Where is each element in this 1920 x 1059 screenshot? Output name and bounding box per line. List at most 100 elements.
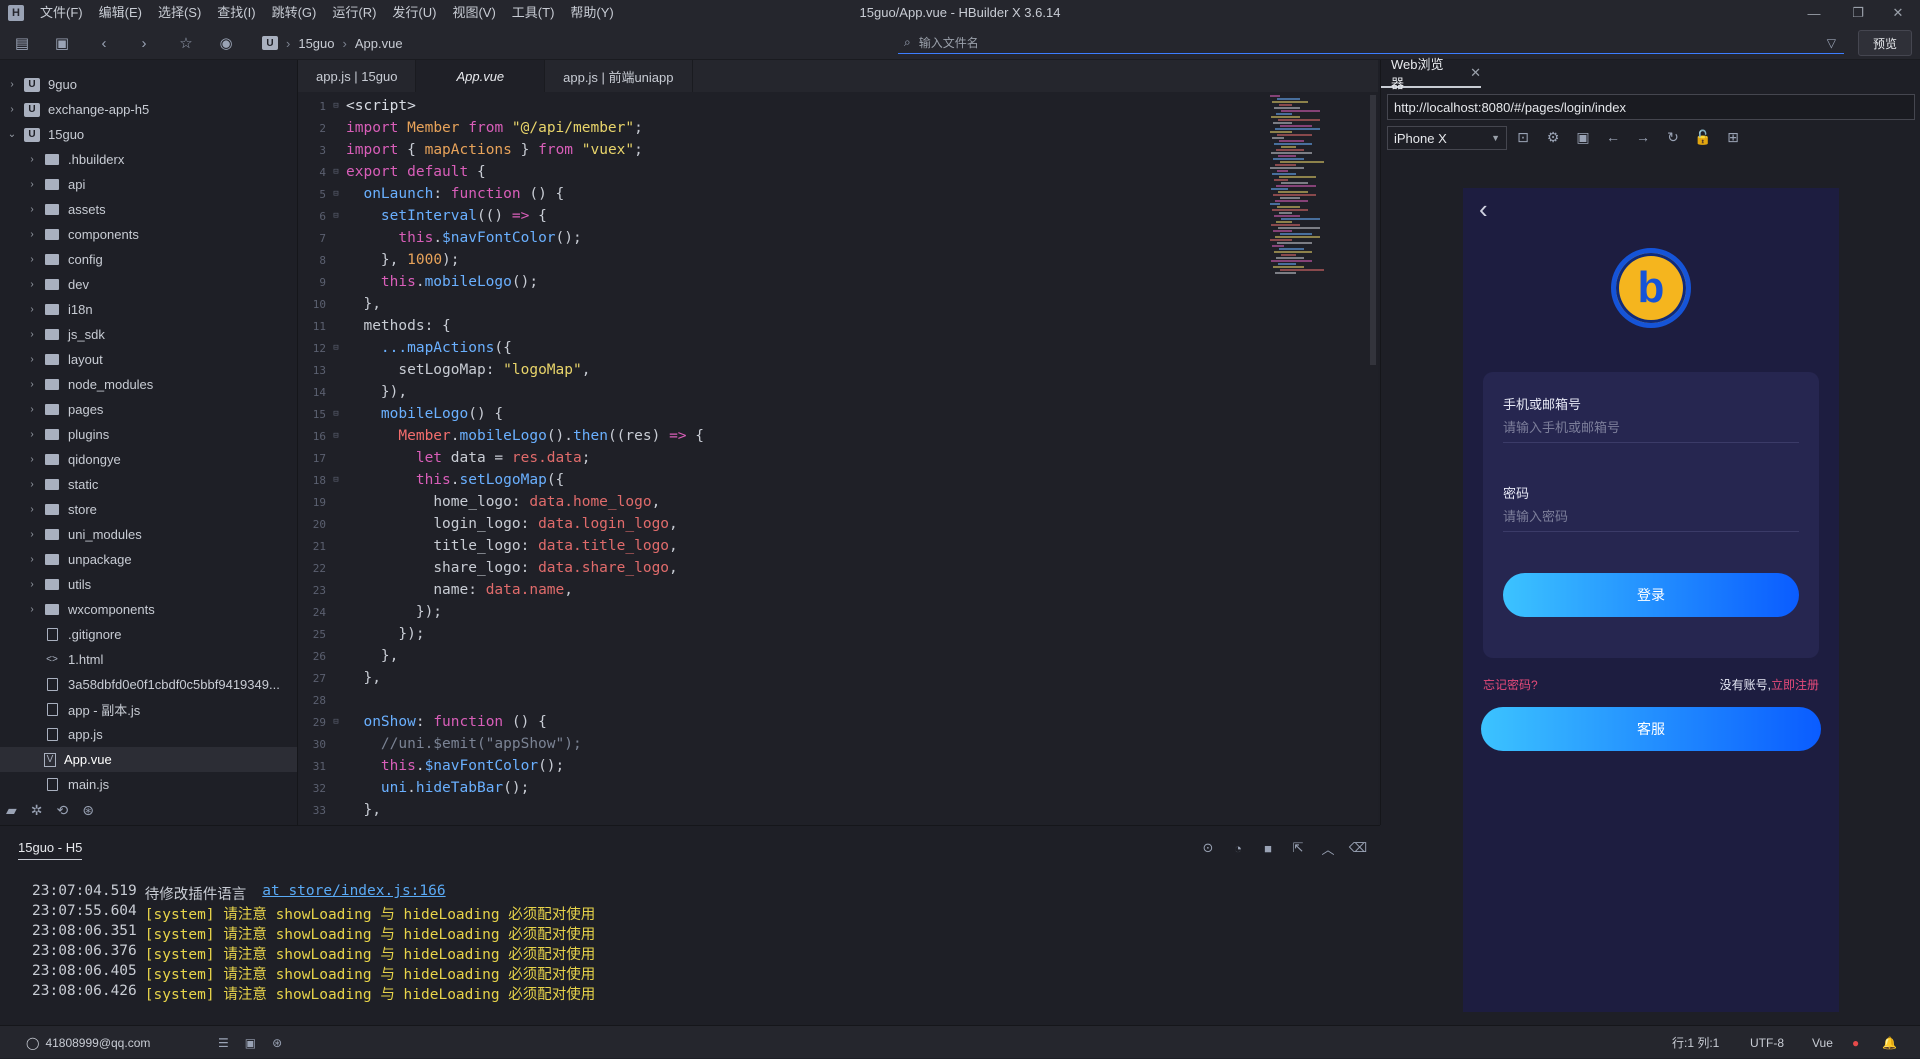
console-clear-icon[interactable]: ⌫ xyxy=(1348,838,1368,858)
customer-service-button[interactable]: 客服 xyxy=(1481,707,1821,751)
tree-item-pages[interactable]: › pages xyxy=(0,397,297,422)
tree-item-app-js[interactable]: app.js xyxy=(0,722,297,747)
cursor-position[interactable]: 行:1 列:1 xyxy=(1672,1026,1719,1059)
tree-item-uni-modules[interactable]: › uni_modules xyxy=(0,522,297,547)
close-tab-icon[interactable]: ✕ xyxy=(1470,65,1481,81)
git-icon[interactable]: ⟲ xyxy=(57,802,69,819)
console-collapse-icon[interactable]: ︿ xyxy=(1318,838,1338,858)
tree-item-static[interactable]: › static xyxy=(0,472,297,497)
error-indicator-icon[interactable]: ● xyxy=(1852,1026,1859,1059)
tree-item-store[interactable]: › store xyxy=(0,497,297,522)
tab-web-browser[interactable]: Web浏览器 ✕ xyxy=(1381,57,1481,91)
tree-item-plugins[interactable]: › plugins xyxy=(0,422,297,447)
preview-button[interactable]: 预览 xyxy=(1858,30,1912,56)
menu-item[interactable]: 编辑(E) xyxy=(91,0,150,26)
menu-item[interactable]: 工具(T) xyxy=(504,0,563,26)
star-icon[interactable]: ☆ xyxy=(176,33,196,53)
tree-item-exchange-app-h5[interactable]: › Uexchange-app-h5 xyxy=(0,97,297,122)
tree-item-qidongye[interactable]: › qidongye xyxy=(0,447,297,472)
run-icon[interactable]: ◉ xyxy=(216,33,236,53)
tree-item-15guo[interactable]: ⌄ U 15guo xyxy=(0,122,297,147)
account-input[interactable] xyxy=(1503,413,1799,443)
console-open-icon[interactable]: ⇱ xyxy=(1288,838,1308,858)
code-area[interactable]: 1 ⊟ <script> 2 import Member from "@/api/me… xyxy=(298,95,1378,825)
minimap-line xyxy=(1274,215,1300,217)
filter-icon[interactable]: ▽ xyxy=(1827,36,1836,50)
tree-item-node-modules[interactable]: › node_modules xyxy=(0,372,297,397)
tab-app-js-15guo[interactable]: app.js | 15guo xyxy=(298,60,417,92)
tree-item-js-sdk[interactable]: › js_sdk xyxy=(0,322,297,347)
tree-item-hbuilderx[interactable]: › .hbuilderx xyxy=(0,147,297,172)
menu-item[interactable]: 运行(R) xyxy=(324,0,384,26)
settings-icon[interactable]: ⚙ xyxy=(1543,127,1563,147)
tree-item-9guo[interactable]: › U 9guo xyxy=(0,72,297,97)
qr-code-icon[interactable]: ⊞ xyxy=(1723,127,1743,147)
forward-icon[interactable]: › xyxy=(134,33,154,53)
login-button[interactable]: 登录 xyxy=(1503,573,1799,617)
debug-icon[interactable]: ✲ xyxy=(31,802,43,819)
browser-back-icon[interactable]: ← xyxy=(1603,127,1623,147)
breadcrumb-file[interactable]: App.vue xyxy=(355,36,403,51)
tab-console-h5[interactable]: 15guo - H5 xyxy=(18,840,83,860)
menu-item[interactable]: 查找(I) xyxy=(209,0,263,26)
log-source-link[interactable]: at store/index.js:166 xyxy=(262,883,445,904)
tree-item-assets[interactable]: › assets xyxy=(0,197,297,222)
tree-item-api[interactable]: › api xyxy=(0,172,297,197)
menu-item[interactable]: 帮助(Y) xyxy=(562,0,621,26)
tree-item-app-js[interactable]: app - 副本.js xyxy=(0,697,297,722)
console-stop-icon[interactable]: ■ xyxy=(1258,838,1278,858)
code-minimap[interactable] xyxy=(1270,95,1330,275)
notification-bell-icon[interactable]: 🔔 xyxy=(1882,1026,1897,1059)
editor-scrollbar[interactable] xyxy=(1370,95,1376,365)
tree-item-i18n[interactable]: › i18n xyxy=(0,297,297,322)
user-account[interactable]: ◯ 41808999@qq.com xyxy=(26,1026,150,1059)
tree-item-app-vue[interactable]: V App.vue xyxy=(0,747,297,772)
tab-app-js-uniapp[interactable]: app.js | 前端uniapp xyxy=(545,60,693,92)
plugin-icon[interactable]: ⊛ xyxy=(82,802,94,819)
url-input[interactable]: http://localhost:8080/#/pages/login/inde… xyxy=(1387,94,1915,120)
menu-item[interactable]: 选择(S) xyxy=(150,0,209,26)
password-input[interactable] xyxy=(1503,502,1799,532)
encoding[interactable]: UTF-8 xyxy=(1750,1026,1784,1059)
restore-icon[interactable]: ❐ xyxy=(1836,0,1880,26)
tree-item-dev[interactable]: › dev xyxy=(0,272,297,297)
tree-item-components[interactable]: › components xyxy=(0,222,297,247)
tree-item-main-js[interactable]: main.js xyxy=(0,772,297,797)
tree-item-unpackage[interactable]: › unpackage xyxy=(0,547,297,572)
console-lock-icon[interactable]: ⊙ xyxy=(1198,838,1218,858)
devtools-icon[interactable]: ▣ xyxy=(1573,127,1593,147)
breadcrumb-project[interactable]: 15guo xyxy=(298,36,334,51)
tree-item-3a58dbfd0e0f1cbdf0c5bbf9419349[interactable]: 3a58dbfd0e0f1cbdf0c5bbf9419349... xyxy=(0,672,297,697)
tree-item-layout[interactable]: › layout xyxy=(0,347,297,372)
tree-item-1-html[interactable]: <> 1.html xyxy=(0,647,297,672)
save-icon[interactable]: ▣ xyxy=(52,33,72,53)
file-search-input[interactable] xyxy=(918,35,1799,50)
tree-item-wxcomponents[interactable]: › wxcomponents xyxy=(0,597,297,622)
refresh-icon[interactable]: ↻ xyxy=(1663,127,1683,147)
language-mode[interactable]: Vue xyxy=(1812,1026,1833,1059)
list-icon[interactable]: ☰ xyxy=(218,1036,229,1050)
minimize-icon[interactable]: — xyxy=(1792,0,1836,26)
console-run-icon[interactable]: ◔ xyxy=(1228,838,1248,858)
lock-icon[interactable]: 🔓 xyxy=(1693,127,1713,147)
tree-item-utils[interactable]: › utils xyxy=(0,572,297,597)
terminal-icon[interactable]: ▣ xyxy=(245,1036,256,1050)
explorer-icon[interactable]: ▰ xyxy=(6,802,17,819)
tree-item-gitignore[interactable]: .gitignore xyxy=(0,622,297,647)
plugin-status-icon[interactable]: ⊛ xyxy=(272,1036,282,1050)
menu-item[interactable]: 发行(U) xyxy=(384,0,444,26)
back-arrow-icon[interactable]: ‹ xyxy=(1479,194,1488,225)
browser-forward-icon[interactable]: → xyxy=(1633,127,1653,147)
back-icon[interactable]: ‹ xyxy=(94,33,114,53)
register-link[interactable]: 立即注册 xyxy=(1771,678,1819,692)
tab-app-vue[interactable]: App.vue xyxy=(416,60,546,92)
rotate-icon[interactable]: ⊡ xyxy=(1513,127,1533,147)
menu-item[interactable]: 文件(F) xyxy=(32,0,91,26)
tree-item-config[interactable]: › config xyxy=(0,247,297,272)
menu-item[interactable]: 跳转(G) xyxy=(264,0,325,26)
new-file-icon[interactable]: ▤ xyxy=(12,33,32,53)
close-window-icon[interactable]: ✕ xyxy=(1876,0,1920,26)
menu-item[interactable]: 视图(V) xyxy=(444,0,503,26)
forgot-password-link[interactable]: 忘记密码? xyxy=(1483,676,1538,693)
device-select[interactable]: iPhone X ▼ xyxy=(1387,126,1507,150)
